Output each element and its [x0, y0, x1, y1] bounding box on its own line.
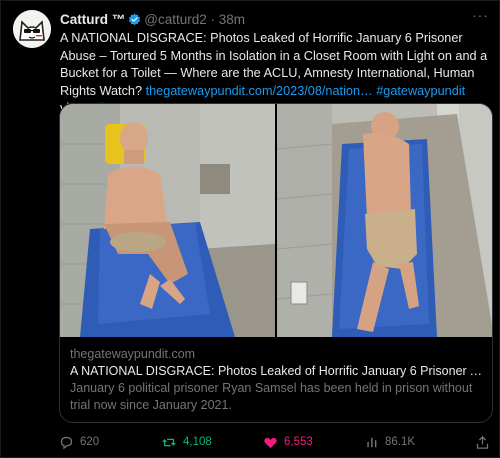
- more-options-icon[interactable]: ···: [472, 7, 489, 23]
- views-count: 86.1K: [385, 436, 416, 448]
- separator: ·: [210, 12, 216, 27]
- retweet-button[interactable]: 4,108: [161, 431, 212, 453]
- timestamp[interactable]: 38m: [219, 12, 245, 27]
- verified-badge-icon: [128, 13, 141, 29]
- like-button[interactable]: 6,553: [263, 431, 313, 453]
- tweet-header: Catturd ™ @catturd2 · 38m: [60, 12, 489, 30]
- author-name[interactable]: Catturd ™: [60, 12, 125, 27]
- card-meta: thegatewaypundit.com A NATIONAL DISGRACE…: [70, 346, 484, 414]
- card-domain: thegatewaypundit.com: [70, 347, 196, 361]
- heart-icon: [264, 437, 277, 448]
- views-button[interactable]: 86.1K: [365, 431, 415, 453]
- reply-count: 620: [80, 436, 100, 448]
- link-card[interactable]: thegatewaypundit.com A NATIONAL DISGRACE…: [59, 103, 493, 423]
- retweet-icon: [162, 438, 176, 446]
- article-link[interactable]: thegatewaypundit.com/2023/08/nation…: [146, 84, 373, 98]
- author-handle[interactable]: @catturd2: [144, 12, 206, 27]
- card-title[interactable]: A NATIONAL DISGRACE: Photos Leaked of Ho…: [70, 363, 484, 380]
- reply-button[interactable]: 620: [59, 431, 99, 453]
- like-count: 6,553: [284, 436, 313, 448]
- cat-avatar-icon: [13, 10, 51, 48]
- share-icon: [476, 435, 489, 449]
- reply-icon: [60, 436, 73, 449]
- card-photo-right[interactable]: [276, 104, 492, 337]
- hashtag-link[interactable]: #gatewaypundit: [376, 84, 465, 98]
- share-button[interactable]: [475, 431, 490, 453]
- views-icon: [367, 437, 377, 448]
- tweet[interactable]: Catturd ™ @catturd2 · 38m ··· A NATIONAL …: [0, 0, 500, 458]
- card-photo-left[interactable]: [60, 104, 275, 337]
- card-description: January 6 political prisoner Ryan Samsel…: [70, 381, 473, 412]
- action-bar: 620 4,108 6,553 86.1K: [59, 431, 489, 453]
- retweet-count: 4,108: [183, 436, 212, 448]
- avatar[interactable]: [13, 10, 51, 48]
